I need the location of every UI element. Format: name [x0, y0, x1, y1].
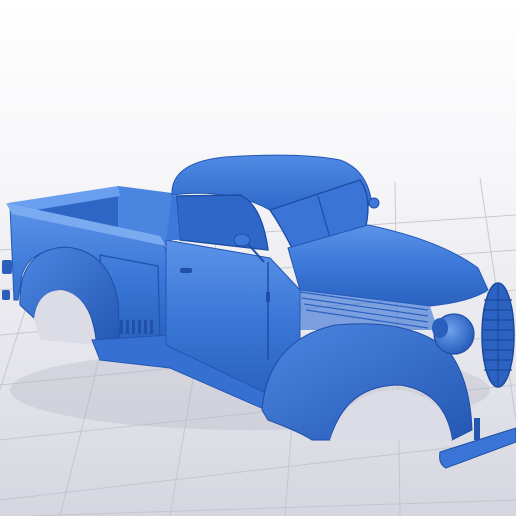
model-viewport[interactable] [0, 0, 516, 516]
bumper-bracket [474, 418, 480, 440]
rear-marker-2 [2, 290, 10, 300]
door-handle-2 [266, 292, 270, 302]
render-canvas [0, 0, 516, 516]
door-handle [180, 268, 192, 273]
rear-marker [2, 260, 12, 274]
right-mirror-icon [368, 197, 380, 209]
front-grille [481, 282, 515, 388]
